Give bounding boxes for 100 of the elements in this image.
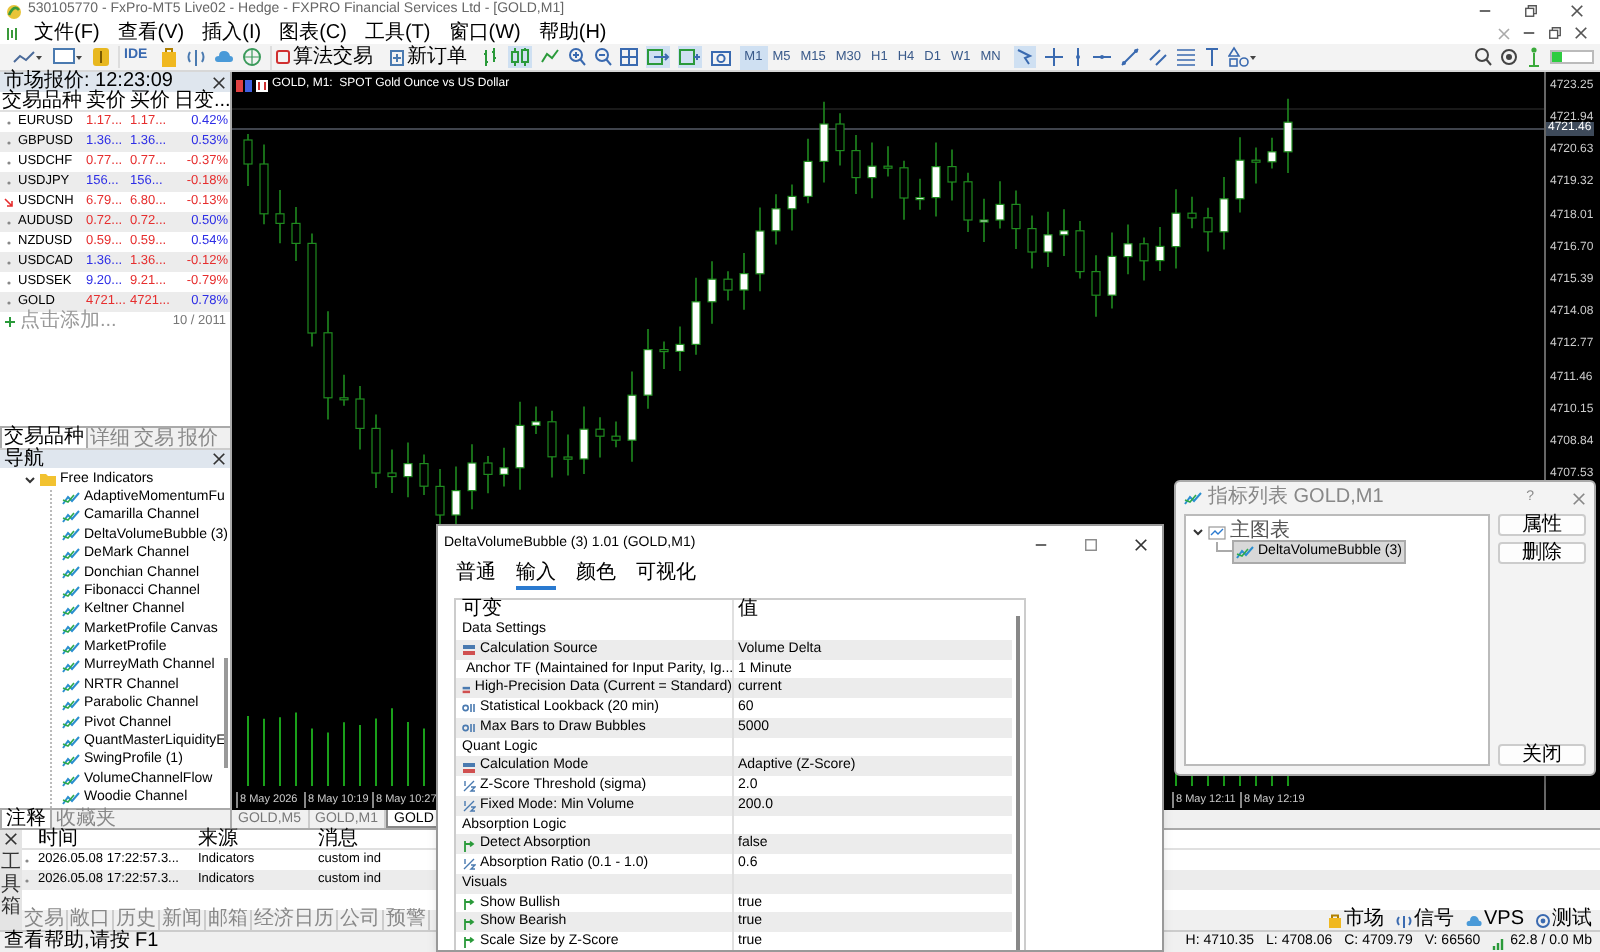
maximize-icon[interactable] [1084,537,1098,551]
candlestick [307,232,317,348]
indicator-icon [62,697,80,712]
menu-item[interactable]: 窗口(W) [446,23,523,43]
service-link[interactable]: 市场 [1327,910,1384,930]
cloud-icon[interactable] [213,46,234,68]
service-link[interactable]: 信号 [1395,910,1454,930]
grid-icon[interactable] [619,46,638,68]
restore-icon[interactable] [1548,26,1562,40]
indicator-icon [62,791,80,806]
globe-icon[interactable] [241,46,262,68]
candlestick [691,277,701,356]
candlestick-icon[interactable] [507,46,532,68]
menu-item[interactable]: 帮助(H) [536,23,609,43]
minimize-icon[interactable] [1478,4,1492,18]
auto-scroll-icon[interactable] [677,46,702,68]
tree-item[interactable]: 主图表 [1230,522,1290,542]
new-order-button[interactable]: 新订单 [385,45,472,69]
coin-icon[interactable] [92,46,110,68]
shapes-icon[interactable] [1227,46,1256,68]
scrollbar-thumb[interactable] [224,658,228,768]
monitor-icon[interactable] [52,46,84,68]
candlestick [1091,254,1101,318]
dialog-button[interactable]: 属性 [1498,514,1586,536]
candlestick [1107,231,1117,310]
close-icon[interactable] [4,832,18,846]
bar-chart-icon[interactable] [479,46,500,68]
close-icon[interactable] [212,452,226,466]
menu-item[interactable]: 图表(C) [277,23,349,43]
close-icon[interactable] [1574,26,1588,40]
search-icon[interactable] [1474,46,1492,68]
trade-panel-icon[interactable] [236,79,252,91]
camera-icon[interactable] [709,46,732,68]
trend-line-icon[interactable] [1119,46,1140,68]
app-logo-icon [6,3,22,19]
column-header[interactable]: 来源 [198,830,318,850]
panel-tab[interactable]: 交易品种 [0,428,88,450]
dialog-title: 指标列表 GOLD,M1 [1208,488,1384,508]
candlestick [1219,176,1229,251]
candlestick [675,325,685,372]
column-header[interactable]: 值 [734,600,1024,620]
chevron-icon[interactable] [1192,526,1204,538]
zoom-out-icon[interactable] [593,46,612,68]
dialog-tab[interactable]: 可视化 [636,563,696,589]
candlestick [643,328,653,410]
indicator-icon [1236,545,1254,559]
restore-icon[interactable] [1524,4,1538,18]
menu-item[interactable]: 文件(F) [32,23,102,43]
dialog-tab[interactable]: 颜色 [576,563,616,589]
fraction-icon [462,780,476,793]
line-graph-icon[interactable] [539,46,560,68]
column-header[interactable]: 卖价 [84,92,128,112]
flag-arrow-icon [462,917,476,929]
chevron-icon[interactable] [24,473,36,486]
vertical-line-icon[interactable] [1071,46,1084,68]
candlestick [1251,146,1261,185]
candlestick [1043,211,1053,268]
panel-title: 市场报价: 12:23:09 [4,72,173,92]
service-link[interactable]: VPS [1465,910,1524,930]
shopping-bag-icon[interactable] [159,46,178,68]
connection-bars-icon [1492,935,1507,949]
bullet-icon [22,855,32,865]
menu-item[interactable]: 查看(V) [115,23,187,43]
column-header[interactable]: 时间 [38,830,198,850]
menu-item[interactable]: 插入(I) [200,23,264,43]
list-icon [462,683,471,695]
candlestick [659,340,669,370]
column-header[interactable]: 日变... [172,92,232,112]
text-tool-icon[interactable] [1203,46,1220,68]
flag-arrow-icon [462,936,476,949]
scrollbar-thumb[interactable] [1016,616,1020,950]
antenna-icon[interactable] [185,46,206,68]
panel-tab[interactable]: 注释 [0,810,52,830]
connection-meter [1550,50,1594,64]
cursor-icon[interactable] [1013,46,1036,68]
close-icon[interactable] [212,75,226,89]
integer-icon [462,722,476,734]
candlestick [403,441,413,498]
channel-icon[interactable] [1147,46,1168,68]
dialog-tab[interactable]: 输入 [516,563,556,589]
chart-shift-icon[interactable] [645,46,670,68]
line-chart-icon[interactable] [12,46,44,68]
zoom-in-icon[interactable] [567,46,586,68]
fibonacci-lines-icon[interactable] [1175,46,1196,68]
column-header[interactable]: 交易品种 [0,92,84,112]
dialog-tab[interactable]: 普通 [456,563,496,589]
minimize-icon[interactable] [1522,26,1536,40]
close-button[interactable]: 关闭 [1498,744,1586,766]
candlestick [339,374,349,407]
plus-icon[interactable] [4,316,16,328]
menu-item[interactable]: 工具(T) [362,23,433,43]
indicator-icon [62,510,80,525]
service-link[interactable]: 测试 [1536,910,1592,930]
dialog-button[interactable]: 删除 [1498,542,1586,564]
column-header[interactable]: 买价 [128,92,172,112]
candlestick [1155,226,1165,272]
algo-trading-button[interactable]: 算法交易 [269,45,378,69]
close-icon[interactable] [1134,537,1148,551]
close-icon[interactable] [1570,4,1584,18]
crosshair-icon[interactable] [1043,46,1064,68]
